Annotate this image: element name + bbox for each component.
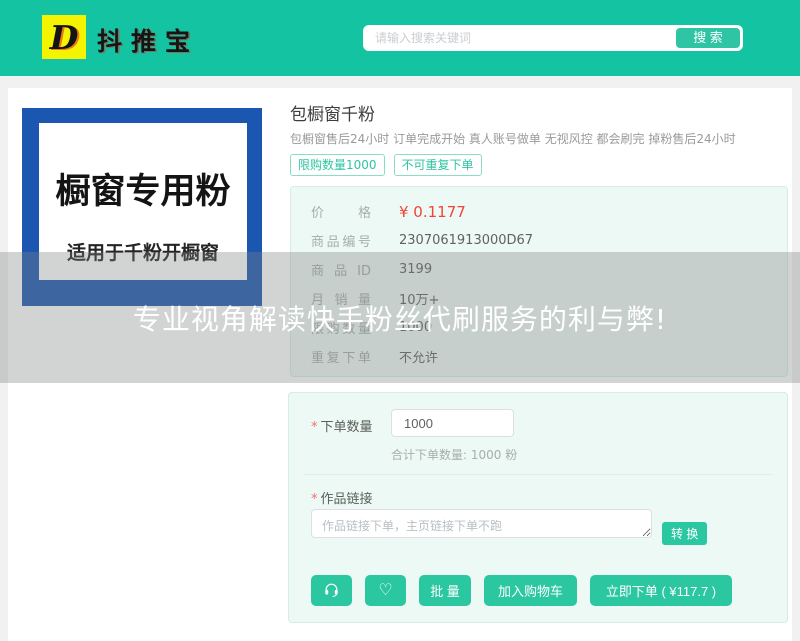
- product-number-value: 2307061913000D67: [399, 233, 533, 248]
- required-asterisk: *: [311, 492, 318, 507]
- form-divider: [303, 474, 773, 475]
- tag-no-repeat-order: 不可重复下单: [394, 154, 482, 176]
- quantity-label: *下单数量: [311, 416, 373, 435]
- favorite-button[interactable]: ♡: [365, 575, 406, 606]
- logo-letter: D: [50, 21, 79, 54]
- search-button[interactable]: 搜 索: [676, 28, 740, 48]
- tag-purchase-limit: 限购数量1000: [290, 154, 385, 176]
- batch-button[interactable]: 批 量: [419, 575, 471, 606]
- watermark-text: 专业视角解读快手粉丝代刷服务的利与弊!: [133, 298, 667, 338]
- page-title: 包橱窗千粉: [290, 100, 375, 125]
- required-asterisk: *: [311, 420, 318, 435]
- watermark-overlay: 专业视角解读快手粉丝代刷服务的利与弊!: [0, 252, 800, 383]
- app-header: D 抖推宝 搜 索: [0, 0, 800, 76]
- app-logo: D: [42, 15, 86, 59]
- order-now-button[interactable]: 立即下单 ( ¥117.7 ): [590, 575, 732, 606]
- add-to-cart-button[interactable]: 加入购物车: [484, 575, 577, 606]
- brand-name: 抖推宝: [97, 22, 199, 58]
- headset-icon: [323, 581, 340, 601]
- detail-row-product-number: 商品编号 2307061913000D67: [311, 226, 767, 255]
- product-image-title: 橱窗专用粉: [39, 163, 247, 214]
- quantity-summary: 合计下单数量: 1000 粉: [391, 446, 517, 463]
- product-tags: 限购数量1000 不可重复下单: [290, 154, 482, 176]
- search-bar: 搜 索: [363, 25, 743, 51]
- quantity-input[interactable]: [391, 409, 514, 437]
- product-description: 包橱窗售后24小时 订单完成开始 真人账号做单 无视风控 都会刷完 掉粉售后24…: [290, 130, 780, 147]
- work-link-input[interactable]: [311, 509, 652, 538]
- heart-icon: ♡: [378, 583, 392, 599]
- detail-row-price: 价格 ¥ 0.1177: [311, 197, 767, 226]
- customer-service-button[interactable]: [311, 575, 352, 606]
- action-buttons: ♡ 批 量 加入购物车 立即下单 ( ¥117.7 ): [311, 575, 732, 606]
- search-input[interactable]: [363, 25, 663, 51]
- convert-button[interactable]: 转 换: [662, 522, 707, 545]
- order-form-panel: *下单数量 合计下单数量: 1000 粉 *作品链接 转 换: [288, 392, 788, 623]
- price-value: ¥ 0.1177: [399, 203, 466, 221]
- detail-label: 商品编号: [311, 231, 371, 250]
- link-label: *作品链接: [311, 488, 373, 507]
- page: D 抖推宝 搜 索 橱窗专用粉 适用于千粉开橱窗 包橱窗千粉 包橱窗售后24小时…: [0, 0, 800, 641]
- detail-label: 价格: [311, 202, 371, 221]
